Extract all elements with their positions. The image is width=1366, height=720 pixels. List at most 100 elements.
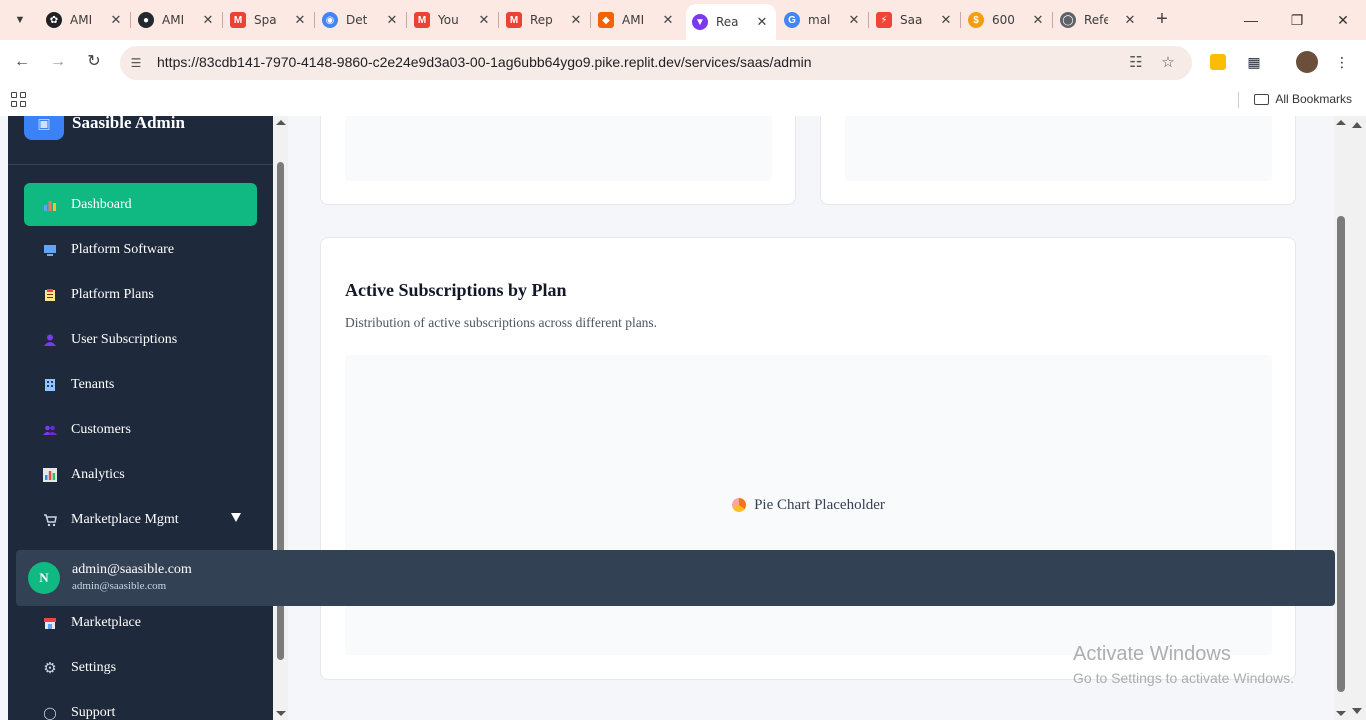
- sidebar-item-marketplace[interactable]: Marketplace: [24, 601, 257, 644]
- card-title: Active Subscriptions by Plan: [345, 280, 567, 300]
- content-scrollbar[interactable]: [1334, 116, 1349, 720]
- sidebar-item-analytics[interactable]: Analytics: [24, 453, 257, 496]
- close-icon[interactable]: ✕: [384, 12, 400, 28]
- chevron-down-icon[interactable]: [231, 513, 241, 522]
- close-icon[interactable]: ✕: [754, 14, 770, 30]
- all-bookmarks-button[interactable]: All Bookmarks: [1254, 92, 1352, 106]
- forward-icon[interactable]: →: [46, 50, 70, 74]
- sidebar-item-marketplace-mgmt[interactable]: Marketplace Mgmt: [24, 498, 257, 541]
- browser-tab[interactable]: ◯ Refe ✕: [1054, 6, 1144, 34]
- sidebar-item-label: Marketplace: [71, 614, 141, 630]
- clipboard-icon: [42, 287, 58, 303]
- placeholder-label: Pie Chart Placeholder: [754, 496, 885, 513]
- scroll-up-icon[interactable]: [1336, 120, 1346, 125]
- url-text[interactable]: https://83cdb141-7970-4148-9860-c2e24e9d…: [157, 54, 812, 70]
- close-icon[interactable]: ✕: [660, 12, 676, 28]
- content-scroll-thumb[interactable]: [1337, 216, 1345, 692]
- browser-tab[interactable]: ● AMI ✕: [132, 6, 222, 34]
- bookmark-star-icon[interactable]: ☆: [1158, 53, 1178, 73]
- apps-grid-icon[interactable]: [11, 92, 27, 108]
- close-icon[interactable]: ✕: [846, 12, 862, 28]
- page-scrollbar[interactable]: [1349, 116, 1366, 720]
- tab-title: Rep: [530, 13, 553, 27]
- globe-icon: ◯: [1060, 12, 1076, 28]
- tab-title: Rea: [716, 15, 739, 29]
- close-icon[interactable]: ✕: [292, 12, 308, 28]
- browser-tab[interactable]: ⚡ Saa ✕: [870, 6, 960, 34]
- sidebar-item-label: Support: [71, 704, 116, 720]
- user-email: admin@saasible.com: [72, 580, 167, 592]
- scroll-up-icon[interactable]: [276, 120, 286, 125]
- sidebar-item-platform-plans[interactable]: Platform Plans: [24, 273, 257, 316]
- browser-tab[interactable]: ◉ Det ✕: [316, 6, 406, 34]
- sidebar-item-dashboard[interactable]: Dashboard: [24, 183, 257, 226]
- window-close-icon[interactable]: ✕: [1320, 0, 1366, 40]
- brand[interactable]: ▣ Saasible Admin: [24, 116, 185, 140]
- browser-tab[interactable]: ✿ AMI ✕: [40, 6, 130, 34]
- sidebar-item-label: Marketplace Mgmt: [71, 511, 179, 527]
- address-bar[interactable]: ☰ https://83cdb141-7970-4148-9860-c2e24e…: [120, 46, 1192, 80]
- users-icon: [42, 422, 58, 438]
- page-viewport: ▣ Saasible Admin Dashboard Platform Soft…: [0, 116, 1366, 720]
- avatar[interactable]: N: [28, 562, 60, 594]
- maximize-icon[interactable]: ❐: [1274, 0, 1320, 40]
- sidebar-item-settings[interactable]: ⚙ Settings: [24, 646, 257, 689]
- gmail-icon: M: [506, 12, 522, 28]
- sidebar-item-label: User Subscriptions: [71, 331, 178, 347]
- brand-logo-icon: ▣: [24, 116, 64, 140]
- extensions-puzzle-icon[interactable]: ▦: [1242, 50, 1266, 74]
- user-name: admin@saasible.com: [72, 562, 192, 577]
- chart-placeholder-area: [345, 116, 772, 181]
- sidebar-item-support[interactable]: ◯ Support: [24, 691, 257, 720]
- browser-menu-icon[interactable]: ⋮: [1330, 50, 1354, 74]
- pie-chart-icon: [732, 498, 747, 512]
- close-icon[interactable]: ✕: [938, 12, 954, 28]
- admin-sidebar: ▣ Saasible Admin Dashboard Platform Soft…: [8, 116, 273, 720]
- browser-tab[interactable]: $ 600 ✕: [962, 6, 1052, 34]
- bolt-icon: ⚡: [876, 12, 892, 28]
- sidebar-item-user-subscriptions[interactable]: User Subscriptions: [24, 318, 257, 361]
- scroll-down-icon[interactable]: [1352, 708, 1362, 714]
- new-tab-button[interactable]: +: [1150, 8, 1174, 32]
- browser-tab[interactable]: M You ✕: [408, 6, 498, 34]
- browser-tab[interactable]: G mal ✕: [778, 6, 868, 34]
- close-icon[interactable]: ✕: [568, 12, 584, 28]
- extension-keep-icon[interactable]: [1206, 50, 1230, 74]
- sidebar-item-label: Customers: [71, 421, 131, 437]
- tab-title: 600: [992, 13, 1015, 27]
- scroll-down-icon[interactable]: [1336, 711, 1346, 716]
- sidebar-item-label: Analytics: [71, 466, 125, 482]
- translate-icon[interactable]: ☷: [1126, 53, 1146, 73]
- close-icon[interactable]: ✕: [1122, 12, 1138, 28]
- close-icon[interactable]: ✕: [108, 12, 124, 28]
- profile-avatar[interactable]: [1295, 50, 1319, 74]
- site-info-icon[interactable]: ☰: [128, 55, 144, 71]
- scroll-down-icon[interactable]: [276, 711, 286, 716]
- stats-card-right: [820, 116, 1296, 205]
- sidebar-item-platform-software[interactable]: Platform Software: [24, 228, 257, 271]
- main-content: Active Subscriptions by Plan Distributio…: [288, 116, 1334, 720]
- tab-search-button[interactable]: ▼: [8, 8, 32, 32]
- reload-icon[interactable]: ↻: [82, 50, 106, 74]
- close-icon[interactable]: ✕: [476, 12, 492, 28]
- close-icon[interactable]: ✕: [1030, 12, 1046, 28]
- sidebar-item-customers[interactable]: Customers: [24, 408, 257, 451]
- browser-tab[interactable]: M Spa ✕: [224, 6, 314, 34]
- monitor-icon: [42, 242, 58, 258]
- user-menu[interactable]: N admin@saasible.com admin@saasible.com: [16, 550, 1335, 606]
- sidebar-scrollbar[interactable]: [273, 116, 288, 720]
- github-icon: ●: [138, 12, 154, 28]
- cart-icon: [42, 512, 58, 528]
- browser-tab[interactable]: ◆ AMI ✕: [592, 6, 682, 34]
- tab-title: AMI: [162, 13, 185, 27]
- tab-title: Det: [346, 13, 368, 27]
- browser-tab[interactable]: M Rep ✕: [500, 6, 590, 34]
- close-icon[interactable]: ✕: [200, 12, 216, 28]
- tab-title: Saa: [900, 13, 923, 27]
- back-icon[interactable]: ←: [10, 50, 34, 74]
- sidebar-item-tenants[interactable]: Tenants: [24, 363, 257, 406]
- browser-tab-active[interactable]: ▼ Rea ✕: [686, 4, 776, 40]
- minimize-icon[interactable]: —: [1228, 0, 1274, 40]
- scroll-up-icon[interactable]: [1352, 122, 1362, 128]
- tab-title: Spa: [254, 13, 277, 27]
